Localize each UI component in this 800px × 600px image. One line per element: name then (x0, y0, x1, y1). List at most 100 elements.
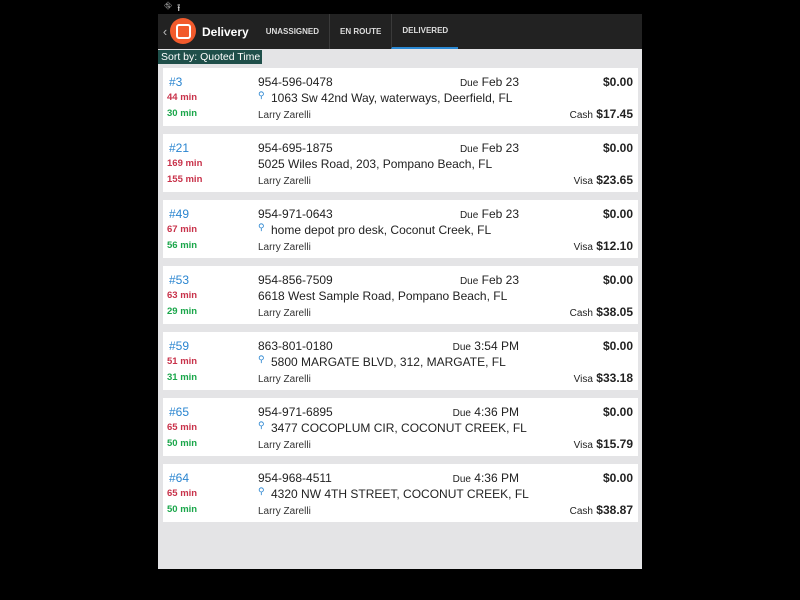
elapsed-time: 65 min (167, 488, 198, 499)
payment-method: Visa (573, 440, 593, 451)
driver-name: Larry Zarelli (258, 440, 311, 451)
customer-phone: 954-971-0643 (258, 207, 333, 221)
customer-phone: 954-968-4511 (258, 471, 332, 485)
address-text: 6618 West Sample Road, Pompano Beach, FL (258, 289, 508, 303)
due-time: Due Feb 23 (460, 75, 519, 89)
elapsed-time: 44 min (167, 92, 198, 103)
due-value: Feb 23 (481, 273, 519, 287)
payment-method: Visa (573, 374, 593, 385)
driver-name: Larry Zarelli (258, 176, 311, 187)
order-number: #53 (169, 273, 190, 287)
driver-name: Larry Zarelli (258, 110, 311, 121)
due-value: 4:36 PM (474, 471, 519, 485)
due-label: Due (459, 210, 479, 221)
due-label: Due (452, 342, 471, 353)
delivery-time: 29 min (167, 306, 198, 317)
due-label: Due (459, 276, 479, 287)
page-title: Delivery (202, 24, 249, 39)
status-bar: ⛗ ⭱ (158, 0, 642, 14)
payment-method: Visa (573, 242, 593, 253)
location-pin-icon: ⚲ (258, 90, 265, 100)
due-value: Feb 23 (481, 75, 519, 89)
elapsed-time: 63 min (167, 290, 198, 301)
due-label: Due (459, 144, 479, 155)
payment-info: Cash $38.05 (570, 305, 633, 319)
top-bar: ‹ Delivery UNASSIGNED EN ROUTE DELIVERED (158, 14, 642, 49)
order-total: $0.00 (602, 207, 633, 221)
payment-info: Visa $23.65 (574, 173, 633, 187)
payment-amount: $38.87 (596, 503, 633, 517)
delivery-time: 155 min (167, 174, 203, 185)
customer-phone: 863-801-0180 (258, 339, 333, 353)
delivery-address: ⚲ home depot pro desk, Coconut Creek, FL (258, 222, 492, 237)
location-pin-icon: ⚲ (258, 354, 265, 364)
delivery-time: 56 min (167, 240, 198, 251)
order-total: $0.00 (602, 141, 633, 155)
due-value: Feb 23 (481, 207, 519, 221)
location-pin-icon: ⚲ (258, 222, 265, 232)
payment-method: Visa (573, 176, 593, 187)
due-time: Due Feb 23 (460, 207, 519, 221)
due-value: Feb 23 (481, 141, 519, 155)
delivery-address: 6618 West Sample Road, Pompano Beach, FL (258, 289, 507, 303)
delivery-address: 5025 Wiles Road, 203, Pompano Beach, FL (258, 157, 492, 171)
order-card[interactable]: #49 67 min 56 min 954-971-0643 ⚲ home dep… (163, 200, 638, 258)
driver-name: Larry Zarelli (258, 308, 311, 319)
tab-unassigned[interactable]: UNASSIGNED (256, 14, 329, 49)
delivery-address: ⚲ 3477 COCOPLUM CIR, COCONUT CREEK, FL (258, 420, 527, 435)
elapsed-time: 65 min (167, 422, 198, 433)
due-time: Due 3:54 PM (453, 339, 519, 353)
order-card[interactable]: #65 65 min 50 min 954-971-6895 ⚲ 3477 COC… (163, 398, 638, 456)
due-time: Due 4:36 PM (453, 471, 519, 485)
payment-info: Visa $12.10 (574, 239, 633, 253)
due-time: Due Feb 23 (460, 141, 519, 155)
due-value: 4:36 PM (474, 405, 519, 419)
address-text: 3477 COCOPLUM CIR, COCONUT CREEK, FL (271, 421, 527, 435)
payment-amount: $33.18 (596, 371, 633, 385)
driver-name: Larry Zarelli (258, 506, 311, 517)
delivery-address: ⚲ 5800 MARGATE BLVD, 312, MARGATE, FL (258, 354, 506, 369)
due-value: 3:54 PM (474, 339, 519, 353)
order-total: $0.00 (602, 273, 633, 287)
payment-amount: $23.65 (596, 173, 633, 187)
elapsed-time: 169 min (167, 158, 203, 169)
address-text: 4320 NW 4TH STREET, COCONUT CREEK, FL (271, 487, 529, 501)
elapsed-time: 51 min (167, 356, 198, 367)
usb-icon: ⛗ (164, 1, 172, 12)
driver-name: Larry Zarelli (258, 374, 311, 385)
order-card[interactable]: #59 51 min 31 min 863-801-0180 ⚲ 5800 MAR… (163, 332, 638, 390)
due-label: Due (459, 78, 479, 89)
order-card[interactable]: #64 65 min 50 min 954-968-4511 ⚲ 4320 NW … (163, 464, 638, 522)
order-card[interactable]: #21 169 min 155 min 954-695-1875 5025 Wi… (163, 134, 638, 192)
payment-method: Cash (569, 506, 593, 517)
address-text: home depot pro desk, Coconut Creek, FL (271, 223, 492, 237)
due-time: Due 4:36 PM (453, 405, 519, 419)
order-number: #3 (169, 75, 183, 89)
due-label: Due (452, 474, 471, 485)
back-chevron-icon[interactable]: ‹ (160, 14, 170, 49)
due-time: Due Feb 23 (460, 273, 519, 287)
due-label: Due (452, 408, 471, 419)
payment-method: Cash (569, 308, 593, 319)
delivery-address: ⚲ 4320 NW 4TH STREET, COCONUT CREEK, FL (258, 486, 529, 501)
payment-amount: $17.45 (596, 107, 633, 121)
order-total: $0.00 (602, 405, 633, 419)
sort-button[interactable]: Sort by: Quoted Time (158, 50, 262, 64)
customer-phone: 954-596-0478 (258, 75, 333, 89)
customer-phone: 954-695-1875 (258, 141, 333, 155)
order-card[interactable]: #3 44 min 30 min 954-596-0478 ⚲ 1063 Sw 4… (163, 68, 638, 126)
app-window: ‹ Delivery UNASSIGNED EN ROUTE DELIVERED… (158, 14, 642, 569)
driver-name: Larry Zarelli (258, 242, 311, 253)
order-number: #65 (169, 405, 190, 419)
customer-phone: 954-856-7509 (258, 273, 333, 287)
delivery-time: 50 min (167, 438, 198, 449)
tab-delivered[interactable]: DELIVERED (391, 14, 459, 49)
order-list: #3 44 min 30 min 954-596-0478 ⚲ 1063 Sw 4… (163, 68, 638, 530)
location-pin-icon: ⚲ (258, 420, 265, 430)
tab-en-route[interactable]: EN ROUTE (329, 14, 391, 49)
payment-info: Visa $15.79 (574, 437, 633, 451)
delivery-time: 30 min (167, 108, 198, 119)
order-card[interactable]: #53 63 min 29 min 954-856-7509 6618 West… (163, 266, 638, 324)
order-total: $0.00 (602, 471, 633, 485)
elapsed-time: 67 min (167, 224, 198, 235)
